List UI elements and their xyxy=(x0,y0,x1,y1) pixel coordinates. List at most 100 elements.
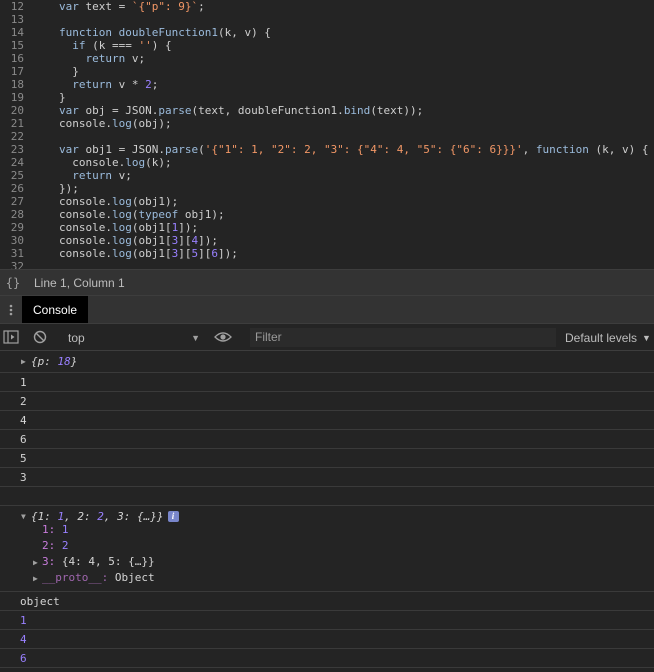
line-number: 16 xyxy=(10,52,24,65)
console-message-obj[interactable]: ▶ {p: 18} xyxy=(0,351,654,373)
code-line[interactable]: 20 var obj = JSON.parse(text, doubleFunct… xyxy=(0,104,654,117)
code-line[interactable]: 21 console.log(obj); xyxy=(0,117,654,130)
tab-console[interactable]: Console xyxy=(22,296,89,323)
live-expression-eye-icon[interactable] xyxy=(214,330,232,344)
console-message-empty-key xyxy=(0,487,654,506)
code-line[interactable]: 29 console.log(obj1[1]); xyxy=(0,221,654,234)
code-line[interactable]: 24 console.log(k); xyxy=(0,156,654,169)
object-value: 18 xyxy=(57,355,71,368)
proto-value: Object xyxy=(114,571,155,584)
code-line[interactable]: 22 xyxy=(0,130,654,143)
line-number: 26 xyxy=(10,182,24,195)
line-number: 27 xyxy=(10,195,24,208)
line-number: 28 xyxy=(10,208,24,221)
line-number: 32 xyxy=(10,260,24,269)
console-message-key: 3 xyxy=(0,468,654,487)
code-line[interactable]: 17 } xyxy=(0,65,654,78)
log-number: 1 xyxy=(20,614,27,627)
code-text: var text = `{"p": 9}`; xyxy=(59,0,205,13)
dropdown-arrow-icon: ▼ xyxy=(191,332,200,343)
code-line[interactable]: 27 console.log(obj1); xyxy=(0,195,654,208)
code-line[interactable]: 15 if (k === '') { xyxy=(0,39,654,52)
expand-triangle-icon[interactable]: ▶ xyxy=(33,574,38,583)
object-property-nested[interactable]: 3: {4: 4, 5: {…}} xyxy=(42,554,155,570)
context-selector[interactable]: top ▼ xyxy=(68,324,200,351)
code-line[interactable]: 32 xyxy=(0,260,654,269)
source-editor[interactable]: 12 var text = `{"p": 9}`; 13 14 function dou… xyxy=(0,0,654,269)
code-text: return v * 2; xyxy=(72,78,159,91)
code-text: console.log(obj1[3][4]); xyxy=(59,234,218,247)
log-text: 5 xyxy=(20,452,27,465)
property-key: 3 xyxy=(42,555,49,568)
code-line[interactable]: 26}); xyxy=(0,182,654,195)
console-message-obj1[interactable]: ▼ {1: 1, 2: 2, 3: {…}} i 1: 1 2: 2 ▶ 3: {… xyxy=(0,506,654,592)
code-line[interactable]: 19} xyxy=(0,91,654,104)
code-line[interactable]: 28 console.log(typeof obj1); xyxy=(0,208,654,221)
line-number: 17 xyxy=(10,65,24,78)
code-line[interactable]: 18 return v * 2; xyxy=(0,78,654,91)
line-number: 30 xyxy=(10,234,24,247)
code-text: console.log(obj1); xyxy=(59,195,179,208)
property-key: 1 xyxy=(42,523,49,536)
kebab-menu-icon[interactable] xyxy=(0,296,22,323)
log-text: 1 xyxy=(20,376,27,389)
code-text: var obj1 = JSON.parse('{"1": 1, "2": 2, … xyxy=(59,143,649,156)
log-text: 3 xyxy=(20,471,27,484)
brace-close: } xyxy=(70,355,78,368)
collapse-triangle-icon[interactable]: ▼ xyxy=(21,512,26,521)
code-text: return v; xyxy=(85,52,146,65)
code-line[interactable]: 25 return v; xyxy=(0,169,654,182)
console-message-key: 4 xyxy=(0,411,654,430)
line-number: 18 xyxy=(10,78,24,91)
filter-input[interactable]: Filter xyxy=(250,328,556,347)
show-sidebar-icon[interactable] xyxy=(3,330,19,344)
clear-console-icon[interactable] xyxy=(33,330,47,344)
log-text: 2 xyxy=(20,395,27,408)
console-message-key: 6 xyxy=(0,430,654,449)
key-separator: : xyxy=(44,355,58,368)
code-line[interactable]: 31 console.log(obj1[3][5][6]); xyxy=(0,247,654,260)
expand-triangle-icon[interactable]: ▶ xyxy=(21,357,26,366)
console-toolbar: top ▼ Filter Default levels ▼ xyxy=(0,324,654,351)
log-number: 4 xyxy=(20,633,27,646)
object-preview[interactable]: {p: 18} xyxy=(31,352,77,371)
code-text: } xyxy=(59,65,79,78)
line-number: 21 xyxy=(10,117,24,130)
console-message-key: 2 xyxy=(0,392,654,411)
object-key: 2 xyxy=(77,510,84,523)
code-line[interactable]: 12 var text = `{"p": 9}`; xyxy=(0,0,654,13)
code-line[interactable]: 23 var obj1 = JSON.parse('{"1": 1, "2": 2… xyxy=(0,143,654,156)
line-number: 22 xyxy=(10,130,24,143)
expand-triangle-icon[interactable]: ▶ xyxy=(33,558,38,567)
log-levels-dropdown[interactable]: Default levels ▼ xyxy=(565,324,651,351)
log-levels-label: Default levels xyxy=(565,330,638,345)
console-message-value: 6 xyxy=(0,649,654,668)
line-number: 29 xyxy=(10,221,24,234)
proto-key: __proto__ xyxy=(42,571,102,584)
dropdown-arrow-icon: ▼ xyxy=(642,332,651,343)
code-text: console.log(k); xyxy=(59,156,172,169)
line-number: 31 xyxy=(10,247,24,260)
console-message-value: 1 xyxy=(0,611,654,630)
console-message-value: 4 xyxy=(0,630,654,649)
object-key: 3 xyxy=(117,510,124,523)
property-value: 2 xyxy=(61,539,69,552)
console-messages[interactable]: ▶ {p: 18} 1 2 4 6 5 3 ▼ {1: 1, 2: 2, 3: … xyxy=(0,351,654,672)
code-text: console.log(obj1[3][5][6]); xyxy=(59,247,238,260)
log-text: 4 xyxy=(20,414,27,427)
drawer-tab-strip: Console xyxy=(0,296,654,324)
pretty-print-icon[interactable]: {} xyxy=(0,276,26,290)
console-message-key: 1 xyxy=(0,373,654,392)
property-value: 1 xyxy=(61,523,69,536)
code-line[interactable]: 13 xyxy=(0,13,654,26)
line-number: 12 xyxy=(10,0,24,13)
info-icon[interactable]: i xyxy=(167,511,179,522)
code-line[interactable]: 14 function doubleFunction1(k, v) { xyxy=(0,26,654,39)
code-text: }); xyxy=(59,182,79,195)
code-line[interactable]: 30 console.log(obj1[3][4]); xyxy=(0,234,654,247)
code-text: console.log(obj); xyxy=(59,117,172,130)
code-text: console.log(obj1[1]); xyxy=(59,221,199,234)
object-proto[interactable]: __proto__: Object xyxy=(42,570,155,586)
code-line[interactable]: 16 return v; xyxy=(0,52,654,65)
code-text: console.log(typeof obj1); xyxy=(59,208,225,221)
